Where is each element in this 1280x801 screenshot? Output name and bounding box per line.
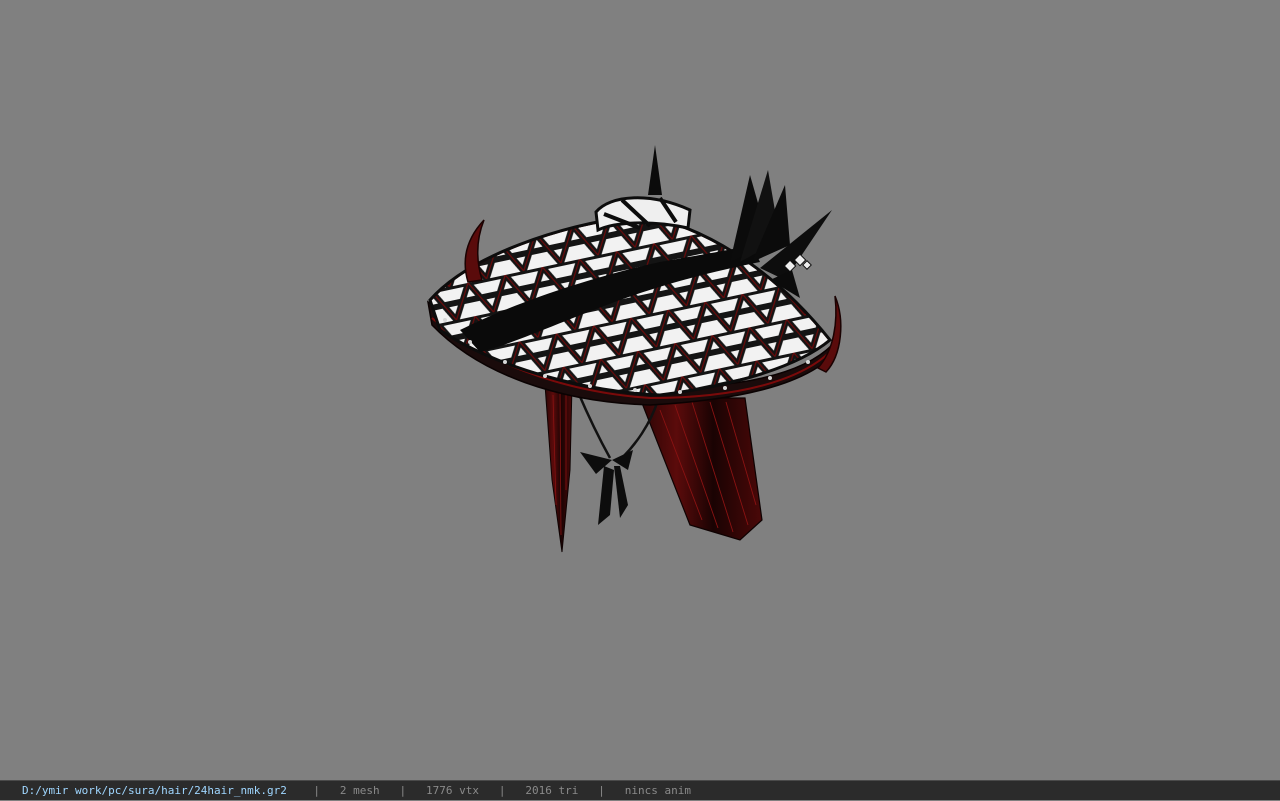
hat-crown — [594, 145, 692, 233]
separator: | — [498, 784, 506, 797]
separator: | — [598, 784, 605, 797]
anim-status: nincs anim — [624, 784, 691, 797]
model-render — [426, 145, 842, 553]
3d-viewport[interactable] — [0, 0, 1280, 780]
separator: | — [399, 784, 407, 797]
vertex-count: 1776 vtx — [426, 784, 480, 797]
crown-spike — [648, 145, 662, 195]
ribbon-bow — [580, 450, 633, 525]
triangle-count: 2016 tri — [525, 784, 579, 797]
hair-strand-left — [544, 384, 573, 553]
separator: | — [313, 784, 321, 797]
file-path: D:/ymir work/pc/sura/hair/24hair_nmk.gr2 — [22, 784, 287, 797]
mesh-count: 2 mesh — [339, 784, 380, 797]
status-bar: D:/ymir work/pc/sura/hair/24hair_nmk.gr2… — [0, 780, 1280, 800]
hair-strand-right — [639, 397, 763, 541]
